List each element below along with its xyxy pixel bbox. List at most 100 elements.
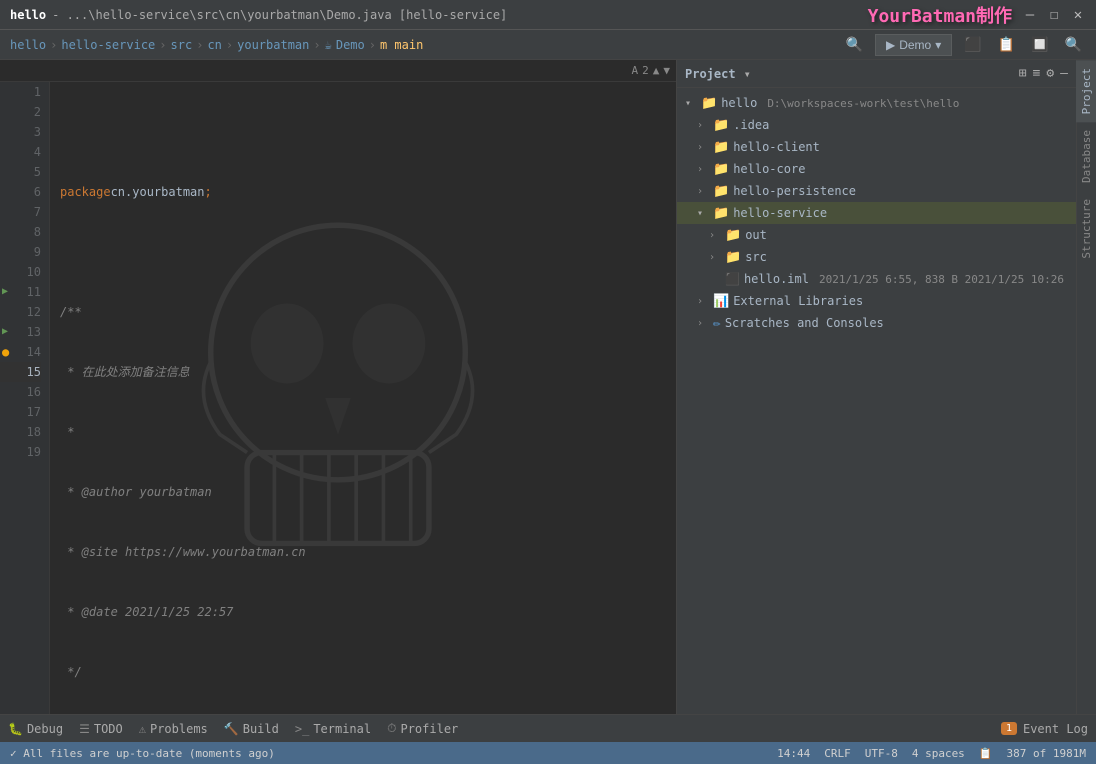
chevron-right-icon: › xyxy=(697,120,709,131)
todo-icon: ☰ xyxy=(79,722,90,736)
problems-icon: ⚠ xyxy=(139,722,146,736)
nav-src[interactable]: src xyxy=(171,38,193,52)
tree-label-hello-iml: hello.iml xyxy=(744,272,809,286)
code-line-10: */ xyxy=(60,662,676,682)
tree-label-scratches: Scratches and Consoles xyxy=(725,316,884,330)
tree-item-out[interactable]: › 📁 out xyxy=(677,224,1076,246)
run-button[interactable]: ▶ Demo ▾ xyxy=(875,34,952,56)
module-folder-icon-service: 📁 xyxy=(713,206,729,221)
chevron-right-icon-src: › xyxy=(709,252,721,263)
nav-hello[interactable]: hello xyxy=(10,38,46,52)
close-button[interactable]: ✕ xyxy=(1070,7,1086,23)
project-tree[interactable]: ▾ 📁 hello D:\workspaces-work\test\hello … xyxy=(677,88,1076,714)
nav-yourbatman[interactable]: yourbatman xyxy=(237,38,309,52)
tree-item-hello-persistence[interactable]: › 📁 hello-persistence xyxy=(677,180,1076,202)
nav-file-icon: ☕ xyxy=(325,38,332,52)
src-folder-icon: 📁 xyxy=(725,250,741,265)
line-num-10: 10 xyxy=(0,262,41,282)
status-left: ✓ All files are up-to-date (moments ago) xyxy=(10,747,761,760)
collapse-all-icon[interactable]: ⊞ xyxy=(1019,66,1027,81)
line-num-1: 1 xyxy=(0,82,41,102)
nav-hello-service[interactable]: hello-service xyxy=(61,38,155,52)
panel-title: Project xyxy=(685,67,736,81)
terminal-icon: >_ xyxy=(295,722,309,736)
line-num-12: 12 xyxy=(0,302,41,322)
editor-right-controls: 🔍 ▶ Demo ▾ ⬛ 📋 🔲 🔍 xyxy=(842,34,1086,56)
tree-label-hello-service: hello-service xyxy=(733,206,827,220)
right-tabs: Project Database Structure xyxy=(1076,60,1096,714)
tree-item-idea[interactable]: › 📁 .idea xyxy=(677,114,1076,136)
nav-main[interactable]: m main xyxy=(380,38,423,52)
external-libs-icon: 📊 xyxy=(713,294,729,309)
build-label: Build xyxy=(243,722,279,736)
tree-item-hello-client[interactable]: › 📁 hello-client xyxy=(677,136,1076,158)
problems-label: Problems xyxy=(150,722,208,736)
toolbar-icon-1[interactable]: ⬛ xyxy=(960,35,985,55)
status-encoding[interactable]: UTF-8 xyxy=(865,747,898,760)
terminal-label: Terminal xyxy=(313,722,371,736)
chevron-right-icon-scratches: › xyxy=(697,318,709,329)
iml-file-icon: ⬛ xyxy=(725,272,740,286)
module-folder-icon-core: 📁 xyxy=(713,162,729,177)
tree-item-hello-service[interactable]: ▾ 📁 hello-service xyxy=(677,202,1076,224)
maximize-button[interactable]: ☐ xyxy=(1046,7,1062,23)
tree-label-idea: .idea xyxy=(733,118,769,132)
status-text: All files are up-to-date (moments ago) xyxy=(23,747,275,760)
tree-label-hello: hello xyxy=(721,96,757,110)
nav-demo[interactable]: Demo xyxy=(336,38,365,52)
panel-settings-icon[interactable]: ≡ xyxy=(1033,66,1041,81)
tree-item-scratches[interactable]: › ✏ Scratches and Consoles xyxy=(677,312,1076,334)
line-num-14: ● 14 xyxy=(0,342,41,362)
tree-label-hello-core: hello-core xyxy=(733,162,805,176)
tree-item-external-libs[interactable]: › 📊 External Libraries xyxy=(677,290,1076,312)
panel-dropdown-icon[interactable]: ▾ xyxy=(744,67,751,81)
tree-item-hello-core[interactable]: › 📁 hello-core xyxy=(677,158,1076,180)
line-num-9: 9 xyxy=(0,242,41,262)
problems-button[interactable]: ⚠ Problems xyxy=(139,722,208,736)
tab-structure[interactable]: Structure xyxy=(1076,191,1096,267)
code-line-5: * 在此处添加备注信息 xyxy=(60,362,676,382)
toolbar-icon-3[interactable]: 🔲 xyxy=(1027,35,1052,55)
minimize-button[interactable]: — xyxy=(1022,7,1038,23)
tab-project[interactable]: Project xyxy=(1076,60,1096,122)
toolbar-icon-2[interactable]: 📋 xyxy=(994,35,1019,55)
title-bar: hello - ...\hello-service\src\cn\yourbat… xyxy=(0,0,1096,30)
status-copy-icon[interactable]: 📋 xyxy=(979,747,993,760)
profiler-button[interactable]: ⏱ Profiler xyxy=(387,721,458,736)
status-indent[interactable]: 4 spaces xyxy=(912,747,965,760)
toolbar-up-icon[interactable]: ▲ xyxy=(653,64,660,77)
terminal-button[interactable]: >_ Terminal xyxy=(295,722,371,736)
status-line-ending[interactable]: CRLF xyxy=(824,747,851,760)
spacer-iml: › xyxy=(709,274,721,285)
module-folder-icon-persistence: 📁 xyxy=(713,184,729,199)
build-button[interactable]: 🔨 Build xyxy=(224,722,279,736)
chevron-right-icon-extlibs: › xyxy=(697,296,709,307)
tree-item-src[interactable]: › 📁 src xyxy=(677,246,1076,268)
debug-button[interactable]: 🐛 Debug xyxy=(8,722,63,736)
code-content[interactable]: package cn.yourbatman; /** * 在此处添加备注信息 *… xyxy=(50,82,676,714)
tree-label-src: src xyxy=(745,250,767,264)
panel-gear-icon[interactable]: ⚙ xyxy=(1046,66,1054,81)
line-num-18: 18 xyxy=(0,422,41,442)
line-num-8: 8 xyxy=(0,222,41,242)
status-bar: ✓ All files are up-to-date (moments ago)… xyxy=(0,742,1096,764)
nav-cn[interactable]: cn xyxy=(207,38,221,52)
chevron-right-icon-out: › xyxy=(709,230,721,241)
tab-database[interactable]: Database xyxy=(1076,122,1096,191)
code-line-8: * @site https://www.yourbatman.cn xyxy=(60,542,676,562)
tree-item-hello-iml[interactable]: › ⬛ hello.iml 2021/1/25 6:55, 838 B 2021… xyxy=(677,268,1076,290)
todo-button[interactable]: ☰ TODO xyxy=(79,722,123,736)
toolbar-count: 2 xyxy=(642,64,649,77)
toolbar-search-icon[interactable]: 🔍 xyxy=(1061,35,1086,55)
tree-item-hello[interactable]: ▾ 📁 hello D:\workspaces-work\test\hello xyxy=(677,92,1076,114)
chevron-right-icon-persistence: › xyxy=(697,186,709,197)
search-icon[interactable]: 🔍 xyxy=(842,35,867,55)
event-log-button[interactable]: 1 Event Log xyxy=(1001,722,1088,736)
panel-minimize-icon[interactable]: — xyxy=(1060,66,1068,81)
tree-meta-hello-iml: 2021/1/25 6:55, 838 B 2021/1/25 10:26 xyxy=(819,273,1064,286)
tree-label-hello-persistence: hello-persistence xyxy=(733,184,856,198)
code-editor[interactable]: 1 2 3 4 5 6 7 8 9 10 ▶ 11 12 ▶ 13 xyxy=(0,82,676,714)
run-arrow-icon: ▶ xyxy=(886,38,895,52)
toolbar-down-icon[interactable]: ▼ xyxy=(663,64,670,77)
tree-label-external-libs: External Libraries xyxy=(733,294,863,308)
